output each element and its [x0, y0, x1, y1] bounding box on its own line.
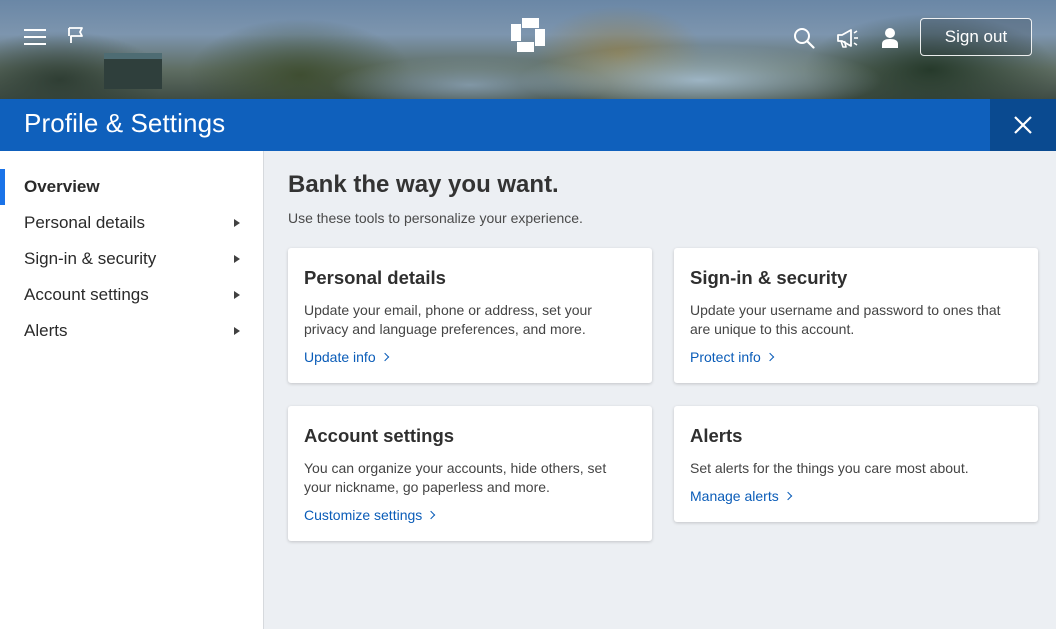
- card-personal-details: Personal details Update your email, phon…: [288, 248, 652, 383]
- card-account-settings: Account settings You can organize your a…: [288, 406, 652, 541]
- caret-right-icon: [234, 327, 240, 335]
- menu-icon: [24, 29, 46, 45]
- title-bar: Profile & Settings: [0, 99, 1056, 151]
- link-label: Manage alerts: [690, 488, 779, 504]
- profile-button[interactable]: [874, 22, 906, 54]
- link-label: Customize settings: [304, 507, 423, 523]
- sidebar-nav: Overview Personal details Sign-in & secu…: [0, 151, 264, 629]
- protect-info-link[interactable]: Protect info: [690, 349, 775, 365]
- card-title: Alerts: [690, 425, 743, 446]
- update-info-link[interactable]: Update info: [304, 349, 389, 365]
- flag-button[interactable]: [62, 22, 90, 52]
- chevron-right-icon: [427, 510, 436, 520]
- chevron-right-icon: [380, 352, 389, 362]
- sign-out-button[interactable]: Sign out: [920, 18, 1032, 56]
- sidebar-item-personal-details[interactable]: Personal details: [0, 205, 263, 241]
- card-alerts: Alerts Set alerts for the things you car…: [674, 406, 1038, 522]
- profile-icon: [882, 28, 898, 48]
- chevron-right-icon: [765, 352, 775, 362]
- page-title: Profile & Settings: [24, 108, 226, 138]
- sidebar-item-label: Personal details: [24, 213, 145, 232]
- manage-alerts-link[interactable]: Manage alerts: [690, 488, 792, 504]
- link-label: Protect info: [690, 349, 761, 365]
- flag-icon: [68, 27, 83, 43]
- sidebar-item-label: Account settings: [24, 285, 149, 304]
- customize-settings-link[interactable]: Customize settings: [304, 507, 436, 523]
- link-label: Update info: [304, 349, 376, 365]
- card-description: Update your username and password to one…: [690, 302, 1001, 337]
- card-description: Update your email, phone or address, set…: [304, 302, 592, 337]
- caret-right-icon: [234, 255, 240, 263]
- sidebar-item-account-settings[interactable]: Account settings: [0, 277, 263, 313]
- close-button[interactable]: [990, 99, 1056, 151]
- sidebar-item-label: Overview: [24, 177, 100, 196]
- close-icon: [1014, 116, 1032, 134]
- search-button[interactable]: [788, 22, 820, 54]
- card-description: You can organize your accounts, hide oth…: [304, 460, 607, 495]
- main-heading: Bank the way you want.: [288, 171, 559, 198]
- caret-right-icon: [234, 219, 240, 227]
- active-indicator: [0, 169, 5, 205]
- announcements-button[interactable]: [832, 22, 864, 54]
- card-description: Set alerts for the things you care most …: [690, 460, 969, 476]
- megaphone-icon: [837, 29, 858, 48]
- header-banner: Sign out: [0, 0, 1056, 99]
- chase-logo[interactable]: [510, 17, 546, 53]
- sidebar-item-label: Sign-in & security: [24, 249, 157, 268]
- sidebar-item-alerts[interactable]: Alerts: [0, 313, 263, 349]
- sidebar-item-sign-in-security[interactable]: Sign-in & security: [0, 241, 263, 277]
- chevron-right-icon: [783, 491, 792, 501]
- caret-right-icon: [234, 291, 240, 299]
- sidebar-item-overview[interactable]: Overview: [0, 169, 263, 205]
- card-title: Sign-in & security: [690, 267, 848, 288]
- sidebar-item-label: Alerts: [24, 321, 68, 340]
- menu-button[interactable]: [20, 22, 50, 52]
- card-title: Personal details: [304, 267, 446, 288]
- card-sign-in-security: Sign-in & security Update your username …: [674, 248, 1038, 383]
- banner-cabin-image: [104, 53, 162, 89]
- main-subheading: Use these tools to personalize your expe…: [288, 210, 583, 226]
- search-icon: [794, 28, 815, 49]
- card-title: Account settings: [304, 425, 455, 446]
